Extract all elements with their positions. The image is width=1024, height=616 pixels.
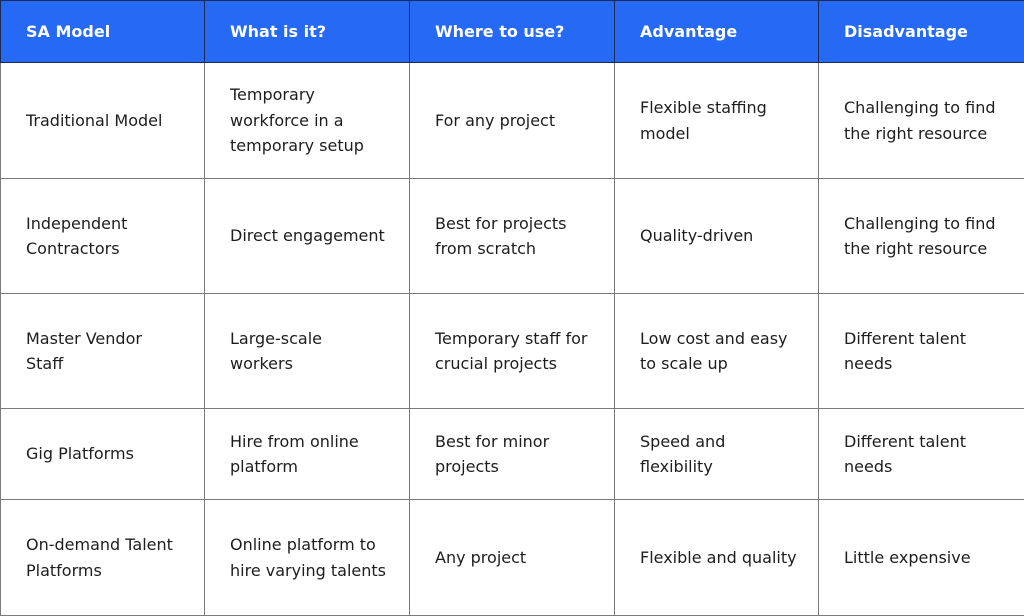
cell-disadvantage: Different talent needs xyxy=(819,409,1024,500)
cell-what-is-it: Online platform to hire varying talents xyxy=(205,500,410,616)
header-what-is-it: What is it? xyxy=(205,1,410,63)
cell-disadvantage: Challenging to find the right resource xyxy=(819,63,1024,179)
cell-sa-model: Gig Platforms xyxy=(1,409,205,500)
cell-sa-model: Traditional Model xyxy=(1,63,205,179)
cell-where-to-use: Temporary staff for crucial projects xyxy=(410,294,615,409)
header-where-to-use: Where to use? xyxy=(410,1,615,63)
cell-advantage: Flexible staffing model xyxy=(615,63,819,179)
table-row: Gig Platforms Hire from online platform … xyxy=(1,409,1024,500)
cell-where-to-use: Best for projects from scratch xyxy=(410,179,615,294)
cell-advantage: Quality-driven xyxy=(615,179,819,294)
cell-disadvantage: Little expensive xyxy=(819,500,1024,616)
cell-what-is-it: Large-scale workers xyxy=(205,294,410,409)
sa-model-comparison-table: SA Model What is it? Where to use? Advan… xyxy=(0,0,1024,616)
cell-what-is-it: Hire from online platform xyxy=(205,409,410,500)
cell-sa-model: Master Vendor Staff xyxy=(1,294,205,409)
header-row: SA Model What is it? Where to use? Advan… xyxy=(1,1,1024,63)
table-row: Traditional Model Temporary workforce in… xyxy=(1,63,1024,179)
table-row: Master Vendor Staff Large-scale workers … xyxy=(1,294,1024,409)
table-row: Independent Contractors Direct engagemen… xyxy=(1,179,1024,294)
cell-sa-model: On-demand Talent Platforms xyxy=(1,500,205,616)
cell-advantage: Flexible and quality xyxy=(615,500,819,616)
header-sa-model: SA Model xyxy=(1,1,205,63)
cell-advantage: Speed and flexibility xyxy=(615,409,819,500)
cell-where-to-use: Any project xyxy=(410,500,615,616)
cell-where-to-use: Best for minor projects xyxy=(410,409,615,500)
table-row: On-demand Talent Platforms Online platfo… xyxy=(1,500,1024,616)
cell-sa-model: Independent Contractors xyxy=(1,179,205,294)
cell-disadvantage: Challenging to find the right resource xyxy=(819,179,1024,294)
cell-disadvantage: Different talent needs xyxy=(819,294,1024,409)
cell-what-is-it: Temporary workforce in a temporary setup xyxy=(205,63,410,179)
cell-where-to-use: For any project xyxy=(410,63,615,179)
header-disadvantage: Disadvantage xyxy=(819,1,1024,63)
cell-advantage: Low cost and easy to scale up xyxy=(615,294,819,409)
cell-what-is-it: Direct engagement xyxy=(205,179,410,294)
header-advantage: Advantage xyxy=(615,1,819,63)
